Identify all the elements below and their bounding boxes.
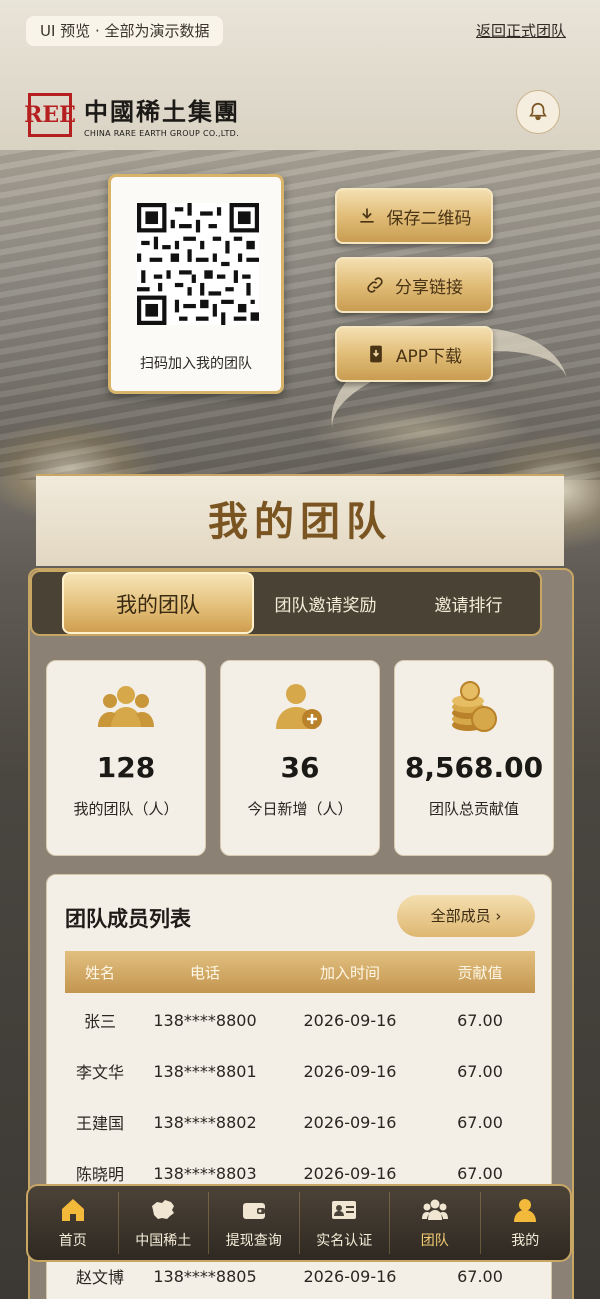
id-card-icon [332, 1201, 357, 1219]
header-name: 姓名 [84, 963, 115, 982]
stat-label: 今日新增（人） [247, 800, 353, 818]
nav-profile[interactable]: 我的 [481, 1192, 571, 1254]
nav-real-name[interactable]: 实名认证 [300, 1192, 390, 1254]
row-contribution: 67.00 [457, 1266, 503, 1286]
phone-download-icon [370, 345, 382, 363]
stat-label: 团队总贡献值 [428, 800, 519, 818]
header-contribution: 贡献值 [457, 963, 503, 982]
row-contribution: 67.00 [457, 1163, 503, 1183]
group-icon [47, 681, 205, 733]
tab-my-team[interactable]: 我的团队 [62, 572, 254, 634]
row-name: 李文华 [75, 1063, 124, 1082]
table-row[interactable]: 王建国 138****8802 2026-09-16 67.00 [65, 1097, 535, 1147]
row-name: 陈晓明 [75, 1165, 124, 1184]
nav-withdraw-query[interactable]: 提现查询 [209, 1192, 300, 1254]
bottom-nav: 首页 中国稀土 提现查询 实名认证 团队 我的 [26, 1184, 572, 1262]
qr-code [137, 203, 259, 325]
section-title-plate: 我的团队 [36, 474, 564, 566]
row-join-date: 2026-09-16 [303, 1112, 397, 1132]
row-join-date: 2026-09-16 [303, 1266, 397, 1286]
wallet-icon [242, 1203, 265, 1219]
profile-icon [514, 1199, 537, 1222]
table-header: 姓名 电话 加入时间 贡献值 [65, 951, 535, 993]
row-join-date: 2026-09-16 [303, 1163, 397, 1183]
header-join-date: 加入时间 [319, 963, 380, 982]
row-contribution: 67.00 [457, 1010, 503, 1030]
row-join-date: 2026-09-16 [303, 1010, 397, 1030]
home-icon [61, 1199, 84, 1221]
row-name: 张三 [83, 1012, 116, 1031]
table-row[interactable]: 李文华 138****8801 2026-09-16 67.00 [65, 1046, 535, 1096]
qr-caption: 扫码加入我的团队 [140, 356, 252, 372]
qr-card: 扫码加入我的团队 [108, 174, 284, 394]
nav-china-rare-earth[interactable]: 中国稀土 [119, 1192, 209, 1254]
row-contribution: 67.00 [457, 1112, 503, 1132]
header-phone: 电话 [189, 963, 220, 982]
row-phone: 138****8801 [153, 1061, 257, 1081]
row-phone: 138****8805 [153, 1266, 257, 1286]
logo-mark-icon: REE [24, 93, 76, 137]
logo-english-name: CHINA RARE EARTH GROUP CO.,LTD. [84, 129, 239, 138]
coins-icon [395, 681, 553, 733]
china-map-icon [152, 1200, 175, 1219]
logo-chinese-name: 中國稀土集團 [84, 97, 240, 126]
download-icon [359, 208, 374, 223]
stat-card-team: 128 我的团队（人） [46, 660, 206, 856]
return-link[interactable]: 返回正式团队 [476, 20, 566, 41]
row-phone: 138****8803 [153, 1163, 257, 1183]
stat-value: 128 [96, 751, 156, 784]
tab-invite-ranking[interactable]: 邀请排行 [397, 591, 540, 616]
stat-card-contribution: 8,568.00 团队总贡献值 [394, 660, 554, 856]
link-icon [367, 277, 383, 293]
stat-card-new: 36 今日新增（人） [220, 660, 380, 856]
stat-value: 36 [280, 751, 320, 784]
team-icon [421, 1199, 448, 1220]
add-user-icon [221, 681, 379, 733]
row-join-date: 2026-09-16 [303, 1061, 397, 1081]
save-qr-button[interactable]: 保存二维码 [335, 188, 493, 244]
row-name: 王建国 [75, 1114, 124, 1133]
row-contribution: 67.00 [457, 1061, 503, 1081]
row-name: 赵文博 [75, 1268, 124, 1287]
tab-invite-rewards[interactable]: 团队邀请奖励 [254, 591, 397, 616]
tab-bar: 我的团队 团队邀请奖励 邀请排行 [30, 570, 542, 636]
stat-label: 我的团队（人） [73, 800, 179, 818]
nav-team[interactable]: 团队 [390, 1192, 481, 1254]
row-phone: 138****8800 [153, 1010, 257, 1030]
members-title: 团队成员列表 [65, 907, 191, 931]
share-link-button[interactable]: 分享链接 [335, 257, 493, 313]
section-title: 我的团队 [208, 498, 392, 545]
nav-home[interactable]: 首页 [28, 1192, 119, 1254]
all-members-button[interactable]: 全部成员 › [397, 895, 535, 937]
row-phone: 138****8802 [153, 1112, 257, 1132]
table-row[interactable]: 张三 138****8800 2026-09-16 67.00 [65, 995, 535, 1045]
company-logo: REE 中國稀土集團 CHINA RARE EARTH GROUP CO.,LT… [24, 92, 240, 138]
preview-badge: UI 预览 · 全部为演示数据 [26, 16, 224, 46]
stat-value: 8,568.00 [404, 751, 544, 784]
notification-bell-icon[interactable] [516, 90, 560, 134]
app-download-button[interactable]: APP下载 [335, 326, 493, 382]
